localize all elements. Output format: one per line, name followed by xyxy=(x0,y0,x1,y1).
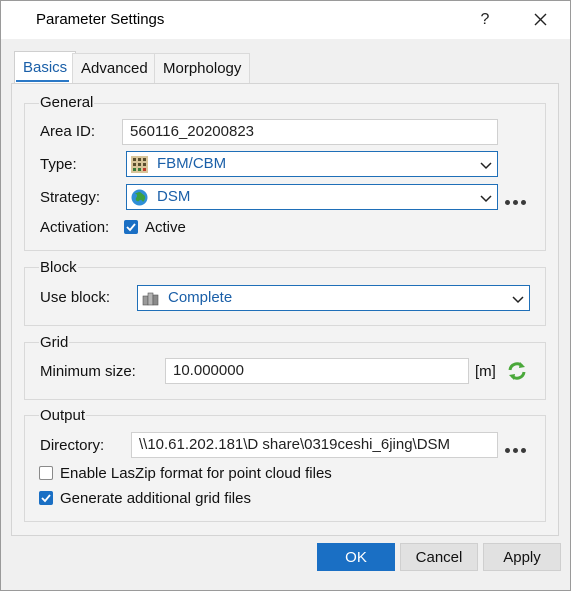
dialog-title: Parameter Settings xyxy=(36,11,165,28)
use-block-select[interactable]: Complete xyxy=(137,285,530,311)
chevron-down-icon xyxy=(480,195,492,203)
title-bar: Parameter Settings ? xyxy=(1,1,570,39)
chevron-down-icon xyxy=(512,296,524,304)
close-icon xyxy=(534,13,547,26)
area-id-field[interactable]: 560116_20200823 xyxy=(122,119,498,145)
ok-button[interactable]: OK xyxy=(317,543,395,571)
apply-button[interactable]: Apply xyxy=(483,543,561,571)
grid-icon xyxy=(131,156,148,173)
general-group-title: General xyxy=(39,94,95,111)
globe-icon xyxy=(131,189,148,206)
directory-label: Directory: xyxy=(40,437,105,454)
refresh-icon xyxy=(508,362,526,380)
minimum-size-label: Minimum size: xyxy=(40,363,136,380)
directory-field[interactable]: \\10.61.202.181\D share\0319ceshi_6jing\… xyxy=(131,432,498,458)
additional-grid-checkbox[interactable] xyxy=(39,491,53,505)
area-id-label: Area ID: xyxy=(40,123,96,140)
use-block-select-value: Complete xyxy=(168,289,233,306)
active-checkbox[interactable] xyxy=(124,220,138,234)
type-select[interactable]: FBM/CBM xyxy=(126,151,498,177)
parameter-settings-dialog: Parameter Settings ? Basics Advanced Mor… xyxy=(0,0,571,591)
close-button[interactable] xyxy=(523,7,557,33)
block-group-title: Block xyxy=(39,259,78,276)
unit-label: [m] xyxy=(475,363,496,380)
checkmark-icon xyxy=(126,223,136,232)
help-button[interactable]: ? xyxy=(471,7,499,33)
type-select-value: FBM/CBM xyxy=(157,155,227,172)
strategy-label: Strategy: xyxy=(40,189,101,206)
strategy-select-value: DSM xyxy=(157,188,191,205)
tab-advanced[interactable]: Advanced xyxy=(72,53,157,84)
cancel-button[interactable]: Cancel xyxy=(400,543,478,571)
tab-morphology[interactable]: Morphology xyxy=(154,53,251,84)
type-label: Type: xyxy=(40,156,77,173)
strategy-more-button[interactable] xyxy=(505,197,529,207)
additional-grid-label: Generate additional grid files xyxy=(60,490,251,507)
chevron-down-icon xyxy=(480,162,492,170)
laszip-checkbox[interactable] xyxy=(39,466,53,480)
directory-browse-button[interactable] xyxy=(505,445,529,455)
refresh-button[interactable] xyxy=(506,360,528,382)
grid-group-title: Grid xyxy=(39,334,70,351)
active-label: Active xyxy=(145,219,186,236)
active-tab-indicator xyxy=(16,80,69,82)
activation-label: Activation: xyxy=(40,219,110,236)
output-group-title: Output xyxy=(39,407,87,424)
minimum-size-field[interactable]: 10.000000 xyxy=(165,358,469,384)
strategy-select[interactable]: DSM xyxy=(126,184,498,210)
use-block-label: Use block: xyxy=(40,289,111,306)
laszip-label: Enable LasZip format for point cloud fil… xyxy=(60,465,332,482)
blocks-icon xyxy=(142,292,159,306)
checkmark-icon xyxy=(41,494,51,503)
